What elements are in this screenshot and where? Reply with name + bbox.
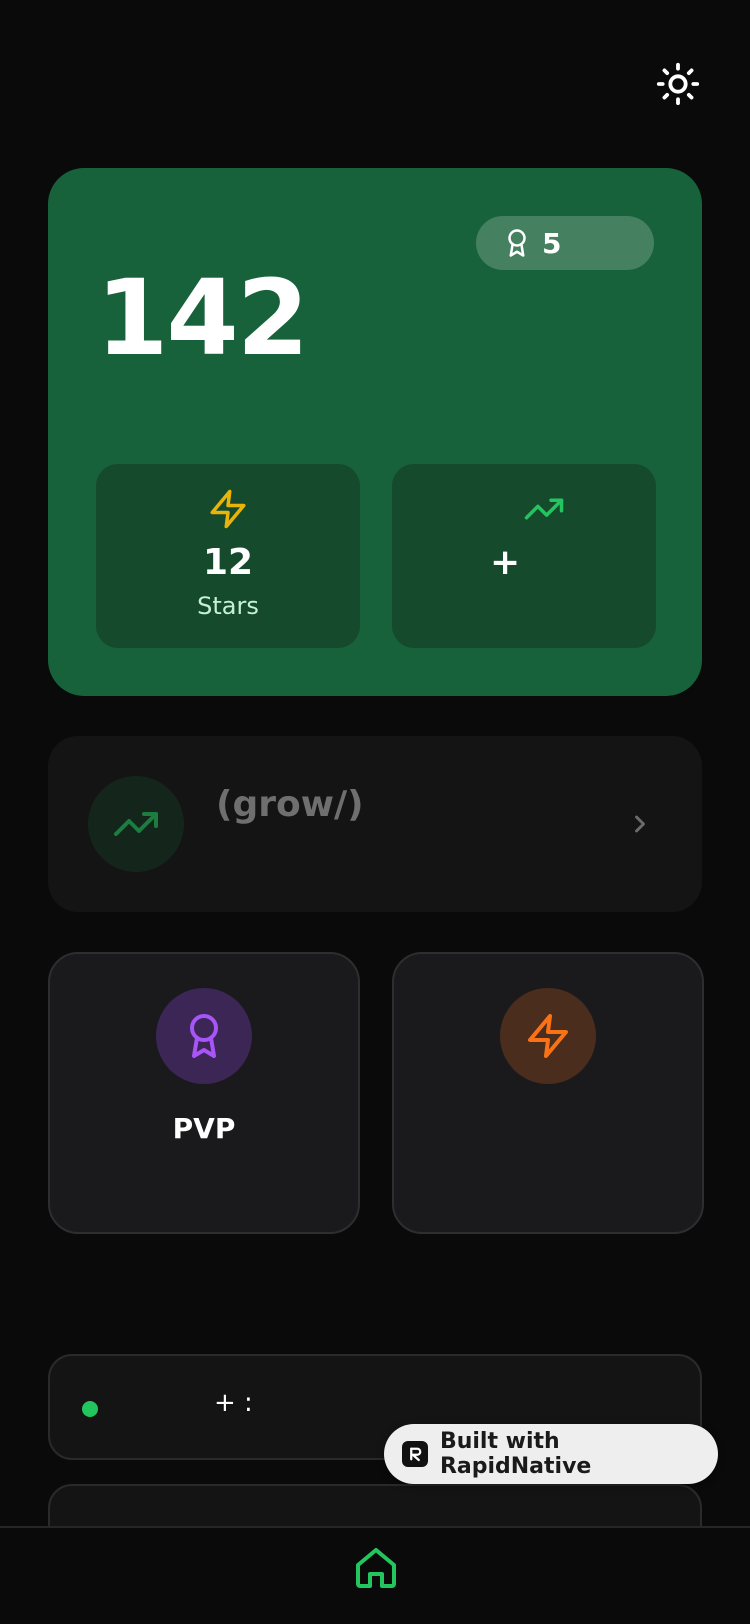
zap-icon	[210, 489, 246, 529]
badge-pill: 5	[476, 216, 654, 270]
award-icon	[508, 229, 526, 257]
rapidnative-logo-icon	[402, 1441, 428, 1467]
live-status-text: + :	[214, 1388, 253, 1418]
trending-up-icon	[114, 812, 158, 836]
award-icon	[190, 1014, 218, 1058]
grow-card[interactable]: (grow/)	[48, 736, 702, 912]
score-card: 5 142 12 Stars +	[48, 168, 702, 696]
theme-toggle-button[interactable]	[652, 58, 704, 110]
quick-icon-circle	[500, 988, 596, 1084]
home-screen: 5 142 12 Stars + (grow/) PVP +: Built w…	[0, 0, 750, 1624]
stars-value: 12	[202, 542, 254, 583]
sun-icon	[656, 62, 700, 106]
grow-icon-circle	[88, 776, 184, 872]
zap-icon	[528, 1014, 568, 1058]
stars-label: Stars	[197, 592, 259, 620]
grow-title: (grow/)	[216, 784, 364, 825]
pvp-mode-card[interactable]: PVP	[48, 952, 360, 1234]
trend-value: +	[490, 542, 521, 583]
score-value: 142	[96, 257, 309, 379]
stars-stat: 12 Stars	[96, 464, 360, 648]
pvp-icon-circle	[156, 988, 252, 1084]
quick-mode-card[interactable]	[392, 952, 704, 1234]
home-icon[interactable]	[352, 1544, 400, 1592]
trend-stat: +	[392, 464, 656, 648]
built-with-badge[interactable]: Built with RapidNative	[384, 1424, 718, 1484]
badge-count: 5	[542, 226, 562, 260]
bottom-nav	[0, 1526, 750, 1624]
trending-up-icon	[524, 498, 564, 520]
pvp-mode-label: PVP	[172, 1112, 236, 1145]
chevron-right-icon	[635, 815, 645, 833]
online-status-dot	[82, 1401, 98, 1417]
built-with-label: Built with RapidNative	[439, 1429, 592, 1479]
